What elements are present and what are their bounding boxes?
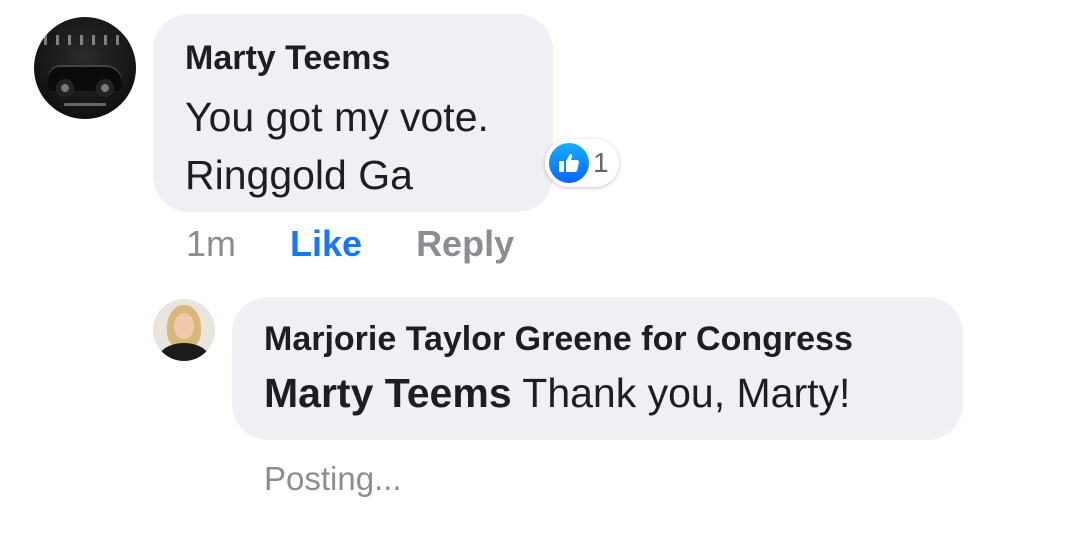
reaction-count: 1	[593, 147, 609, 178]
like-button[interactable]: Like	[290, 222, 362, 266]
avatar-logo	[64, 103, 106, 106]
comment-text-line: Ringgold Ga	[185, 152, 413, 198]
avatar[interactable]	[34, 17, 136, 119]
comment-timestamp[interactable]: 1m	[186, 222, 236, 266]
avatar-body	[159, 343, 209, 361]
avatar-wheel	[56, 79, 74, 97]
reaction-badge[interactable]: 1	[545, 139, 619, 187]
reply-mention[interactable]: Marty Teems	[264, 370, 512, 416]
avatar-face	[174, 313, 194, 339]
reply-author[interactable]: Marjorie Taylor Greene for Congress	[264, 319, 931, 359]
thumbs-up-icon	[549, 143, 589, 183]
comment-text: You got my vote. Ringgold Ga	[185, 88, 521, 204]
avatar-lights	[44, 35, 126, 45]
comment-bubble: Marty Teems You got my vote. Ringgold Ga	[153, 14, 553, 212]
comment-thread: Marty Teems You got my vote. Ringgold Ga…	[0, 0, 1080, 551]
comment-author[interactable]: Marty Teems	[185, 38, 521, 78]
comment-actions: 1m Like Reply	[186, 222, 514, 266]
reply-avatar[interactable]	[153, 299, 215, 361]
thumbs-up-glyph	[559, 154, 579, 172]
avatar-wheel	[96, 79, 114, 97]
comment-text-line: You got my vote.	[185, 94, 489, 140]
reply-message: Thank you, Marty!	[522, 370, 851, 416]
reply-text: Marty Teems Thank you, Marty!	[264, 367, 931, 419]
posting-status: Posting...	[264, 460, 402, 497]
reply-bubble: Marjorie Taylor Greene for Congress Mart…	[232, 297, 963, 440]
reply-button[interactable]: Reply	[416, 222, 514, 266]
